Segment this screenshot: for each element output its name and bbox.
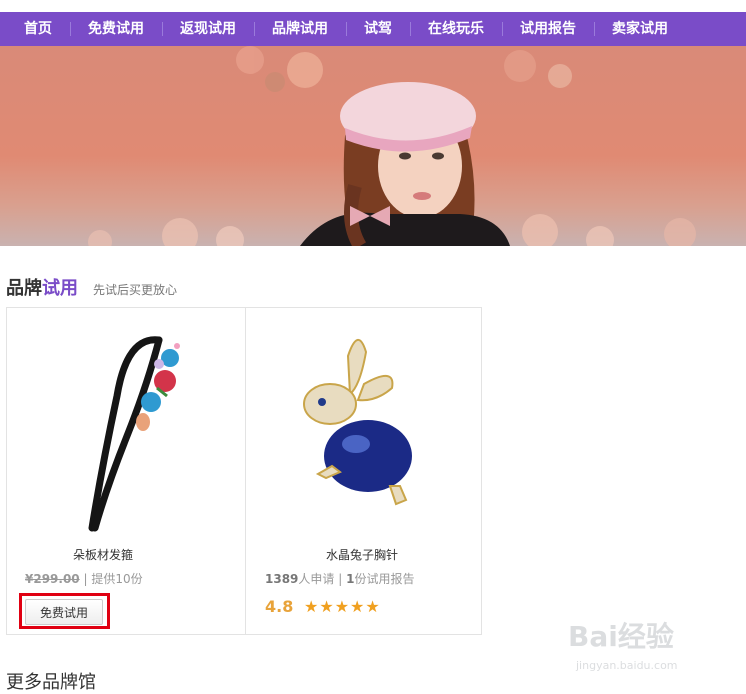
baidu-jingyan-watermark: Bai经验 jingyan.baidu.com [568, 615, 718, 677]
nav-item-seller-trial[interactable]: 卖家试用 [594, 12, 686, 46]
product-meta: ¥299.00 | 提供10份 [25, 570, 143, 587]
product-card-brooch[interactable]: 水晶兔子胸针 1389人申请 | 1份试用报告 4.8 ★★★★★ [246, 308, 482, 634]
nav-item-free-trial[interactable]: 免费试用 [70, 12, 162, 46]
nav-item-online-play[interactable]: 在线玩乐 [410, 12, 502, 46]
section-title: 品牌试用 [6, 274, 78, 300]
rating-stars: ★★★★★ [304, 597, 381, 616]
nav-item-home[interactable]: 首页 [0, 12, 70, 46]
section-subtitle: 先试后买更放心 [93, 283, 178, 297]
section-title-highlight: 试用 [42, 278, 78, 299]
free-trial-button[interactable]: 免费试用 [25, 599, 103, 625]
section-title-main: 品牌 [6, 278, 42, 299]
product-image-hairband[interactable] [7, 316, 245, 546]
product-meta: 1389人申请 | 1份试用报告 [265, 572, 415, 586]
watermark-logo: Bai经验 [568, 620, 674, 653]
nav-item-trial-reports[interactable]: 试用报告 [502, 12, 594, 46]
meta-separator: | [79, 572, 92, 586]
more-brands-title[interactable]: 更多品牌馆 [6, 668, 96, 694]
promo-banner[interactable] [0, 46, 746, 246]
rating-score: 4.8 [265, 597, 294, 616]
product-name[interactable]: 水晶兔子胸针 [326, 546, 398, 563]
applicants-count: 1389 [265, 572, 299, 586]
product-image-brooch[interactable] [246, 316, 482, 546]
nav-item-brand-trial[interactable]: 品牌试用 [254, 12, 346, 46]
banner-image [88, 46, 696, 246]
reports-label: 份试用报告 [354, 572, 415, 586]
nav-item-cashback-trial[interactable]: 返现试用 [162, 12, 254, 46]
watermark-url: jingyan.baidu.com [576, 659, 678, 672]
product-name[interactable]: 朵板材发箍 [73, 546, 133, 563]
product-grid: 朵板材发箍 ¥299.00 | 提供10份 免费试用 水晶兔子胸针 1389人申… [6, 307, 482, 635]
product-supply: 提供10份 [91, 572, 143, 586]
product-card-hairband[interactable]: 朵板材发箍 ¥299.00 | 提供10份 免费试用 [7, 308, 246, 634]
nav-item-test-drive[interactable]: 试驾 [346, 12, 410, 46]
product-price: ¥299.00 [25, 572, 80, 586]
top-nav: 首页 免费试用 返现试用 品牌试用 试驾 在线玩乐 试用报告 卖家试用 [0, 12, 746, 46]
applicants-label: 人申请 [298, 572, 335, 586]
